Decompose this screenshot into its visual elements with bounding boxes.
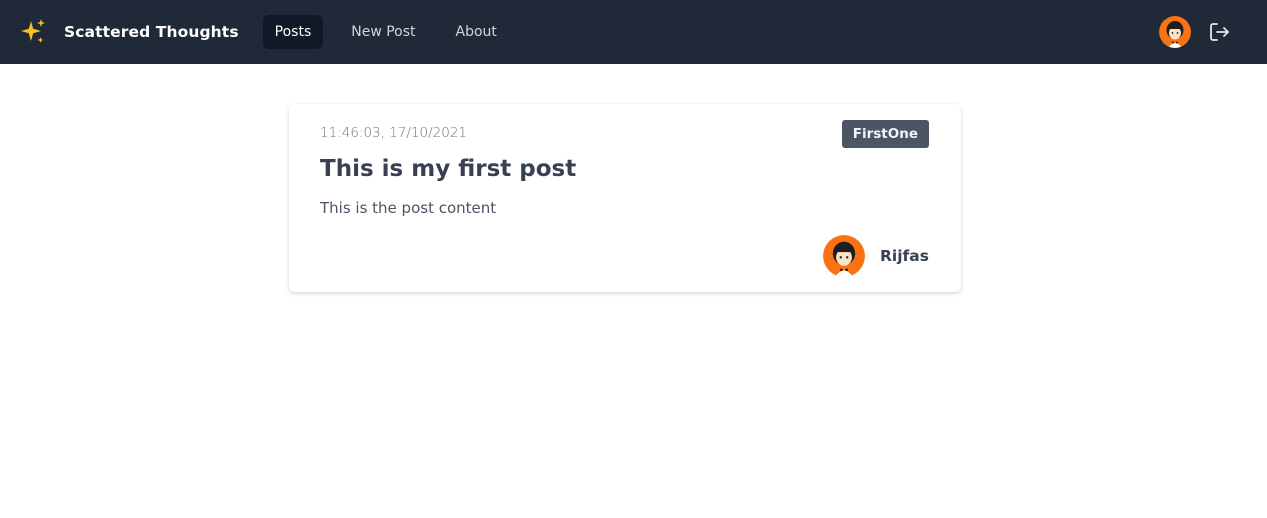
author-name: Rijfas <box>880 247 929 265</box>
user-avatar[interactable] <box>1159 16 1191 48</box>
nav-link-new-post[interactable]: New Post <box>339 15 427 49</box>
post-tag-badge[interactable]: FirstOne <box>841 120 929 148</box>
nav-link-about[interactable]: About <box>444 15 509 49</box>
post-timestamp: 11:46:03, 17/10/2021 <box>320 125 468 141</box>
top-navbar: Scattered Thoughts Posts New Post About <box>0 0 1267 64</box>
post-author[interactable]: Rijfas <box>823 235 929 277</box>
nav-user-area <box>1159 16 1231 48</box>
logout-icon[interactable] <box>1207 20 1231 44</box>
author-avatar <box>823 235 865 277</box>
sparkles-icon <box>21 19 45 43</box>
brand[interactable]: Scattered Thoughts <box>18 17 239 47</box>
nav-links: Posts New Post About <box>262 15 525 49</box>
post-card[interactable]: 11:46:03, 17/10/2021 FirstOne This is my… <box>289 104 961 292</box>
app-title: Scattered Thoughts <box>64 23 239 41</box>
nav-link-posts[interactable]: Posts <box>262 15 324 49</box>
post-content: This is the post content <box>320 199 497 217</box>
post-title: This is my first post <box>320 156 577 182</box>
